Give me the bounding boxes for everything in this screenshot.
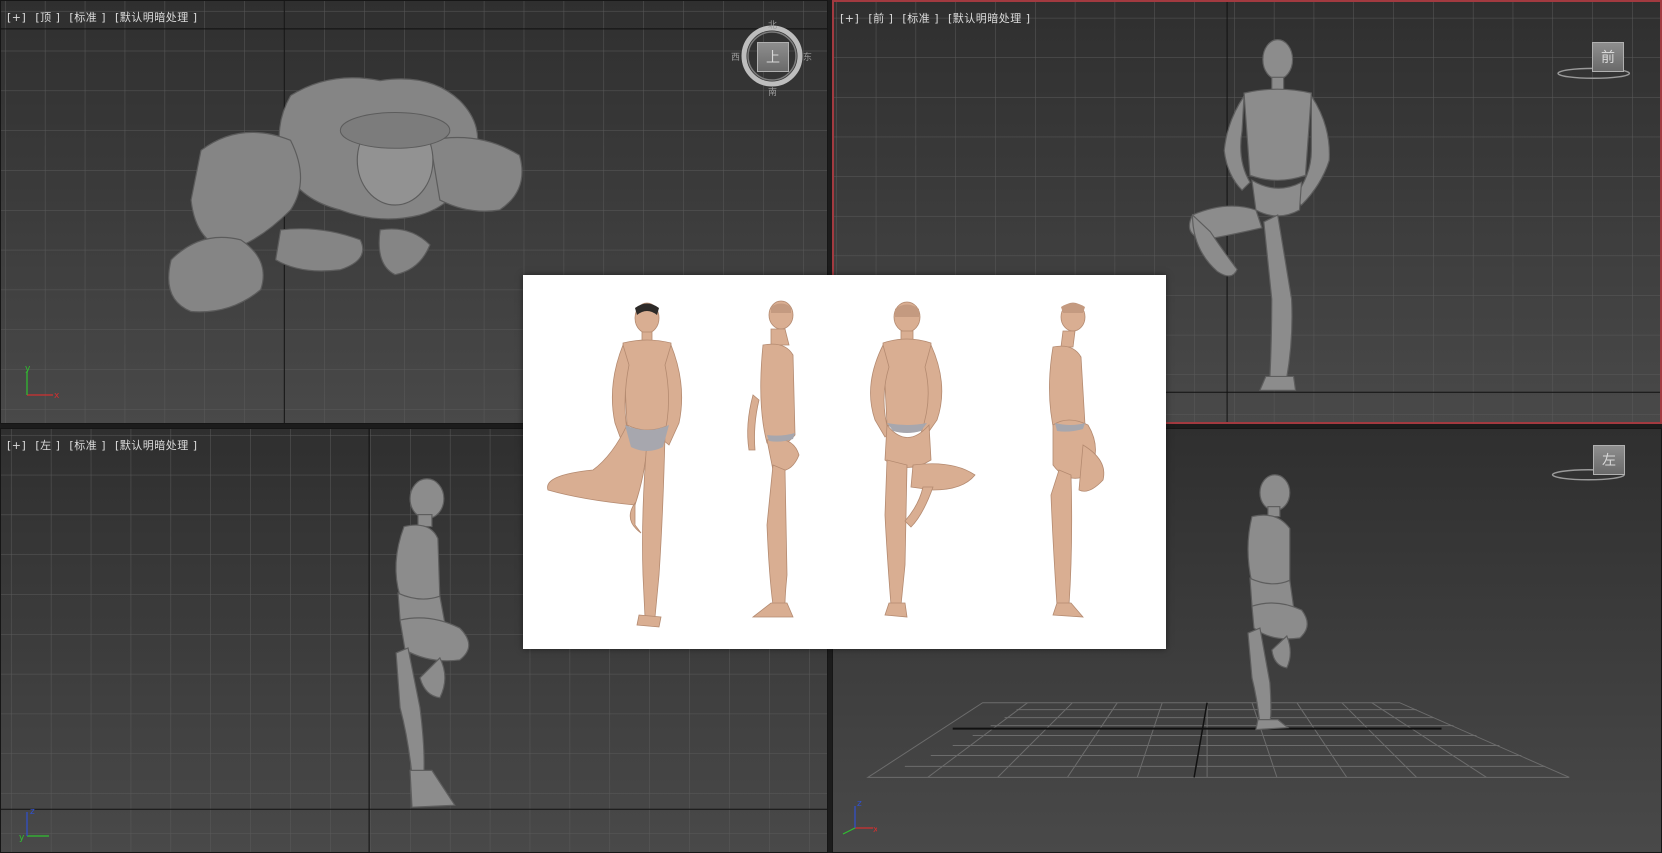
viewport-label[interactable]: [+] [左 ] [标准 ] [默认明暗处理 ] — [7, 437, 203, 453]
shading-mode-button[interactable]: [标准 ] — [69, 439, 106, 452]
viewcube-face[interactable]: 左 — [1593, 445, 1625, 475]
viewcube-face[interactable]: 上 — [757, 42, 789, 72]
compass-south-label: 南 — [768, 88, 778, 98]
axis-tripod: x z — [842, 799, 877, 835]
lighting-mode-button[interactable]: [默认明暗处理 ] — [115, 439, 198, 452]
axis-v-label: y — [25, 364, 31, 374]
lighting-mode-button[interactable]: [默认明暗处理 ] — [948, 12, 1031, 25]
compass-west-label: 西 — [731, 53, 741, 63]
shading-mode-button[interactable]: [标准 ] — [902, 12, 939, 25]
viewcube-face[interactable]: 前 — [1592, 42, 1624, 72]
viewport-menu-button[interactable]: [+] — [840, 12, 859, 25]
axis-tripod: x y — [25, 364, 59, 401]
viewport-menu-button[interactable]: [+] — [7, 11, 26, 24]
axis-h-label: y — [19, 833, 25, 843]
axis-h-label: x — [873, 825, 877, 835]
lighting-mode-button[interactable]: [默认明暗处理 ] — [115, 11, 198, 24]
axis-v-label: z — [30, 807, 35, 817]
viewport-label[interactable]: [+] [前 ] [标准 ] [默认明暗处理 ] — [840, 10, 1036, 26]
shading-mode-button[interactable]: [标准 ] — [69, 11, 106, 24]
view-name-button[interactable]: [顶 ] — [35, 11, 60, 24]
axis-v-label: z — [857, 799, 862, 809]
view-name-button[interactable]: [前 ] — [868, 12, 893, 25]
reference-figures-image — [523, 275, 1166, 649]
viewport-menu-button[interactable]: [+] — [7, 439, 26, 452]
viewcube[interactable]: 上 北 南 东 西 — [731, 21, 812, 98]
axis-h-label: x — [54, 391, 59, 401]
viewport-label[interactable]: [+] [顶 ] [标准 ] [默认明暗处理 ] — [7, 9, 203, 25]
reference-image-panel[interactable] — [523, 275, 1166, 649]
compass-east-label: 东 — [803, 53, 813, 63]
axis-tripod: y z — [19, 807, 49, 843]
compass-north-label: 北 — [768, 21, 778, 31]
view-name-button[interactable]: [左 ] — [35, 439, 60, 452]
